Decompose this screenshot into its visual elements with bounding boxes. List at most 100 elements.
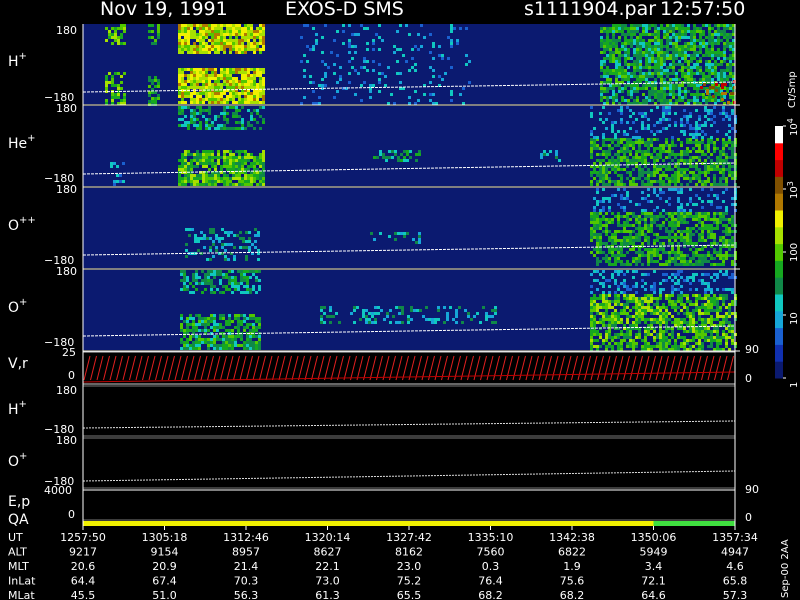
colorbar-tick-label: 103 [786, 181, 800, 199]
axis-row-name: InLat [8, 575, 36, 588]
axis-row-value: 1.9 [563, 560, 581, 573]
axis-row-value: 8162 [395, 546, 423, 559]
axis-row-name: ALT [8, 546, 27, 559]
ytick-he-top: 180 [56, 102, 77, 115]
colorbar-segment [775, 159, 783, 177]
axis-row-value: 7560 [477, 546, 505, 559]
axis-row-value: 73.0 [315, 575, 340, 588]
axis-row-name: UT [8, 531, 23, 544]
axis-row-value: 1312:46 [223, 531, 269, 544]
axis-row-value: 51.0 [152, 589, 177, 600]
axis-row-value: 1257:50 [60, 531, 106, 544]
axis-row-value: 76.4 [478, 575, 503, 588]
axis-row-value: 6822 [558, 546, 586, 559]
axis-row-value: 3.4 [645, 560, 663, 573]
ytick-vr-top: 25 [62, 346, 76, 359]
axis-row-value: 8957 [232, 546, 260, 559]
label-vr: V,r [8, 356, 28, 372]
axis-row-value: 23.0 [397, 560, 422, 573]
ytick-op-top: 180 [56, 265, 77, 278]
sms-spectrogram-figure: Nov 19, 1991 EXOS-D SMS s1111904.par 12:… [8, 0, 800, 600]
colorbar-tick-label: 10 [789, 312, 800, 325]
ytick-ol-top: 180 [56, 434, 77, 447]
ytick-hl-top: 180 [56, 384, 77, 397]
colorbar-ticks: 1 10 100 103 104 [783, 118, 800, 388]
axis-row-value: 61.3 [315, 589, 340, 600]
header-date: Nov 19, 1991 [100, 0, 228, 20]
axis-row-value: 4947 [721, 546, 749, 559]
axis-row-value: 1342:38 [549, 531, 595, 544]
colorbar-segment [775, 176, 783, 194]
axis-row-value: 9154 [151, 546, 179, 559]
colorbar-segment [775, 310, 783, 329]
label-h-plus-lower: H+ [8, 399, 27, 418]
axis-row-value: 1320:14 [305, 531, 351, 544]
axis-row-value: 8627 [314, 546, 342, 559]
axis-row-value: 72.1 [641, 575, 666, 588]
axis-row-value: 1335:10 [468, 531, 514, 544]
rtick-ep-top: 90 [745, 483, 759, 496]
axis-row-value: 68.2 [560, 589, 585, 600]
rtick-ep-bot: 0 [745, 511, 752, 524]
axis-row-value: 68.2 [478, 589, 503, 600]
footer-stamp: Sep-00 2AA [780, 539, 791, 598]
ytick-ep-bot: 0 [68, 508, 75, 521]
colorbar-segment [775, 243, 783, 261]
panel-o-plus-lower-frame [82, 437, 736, 489]
label-o-plus: O+ [8, 297, 27, 316]
axis-row-value: 1305:18 [142, 531, 188, 544]
axis-row-value: 20.6 [71, 560, 96, 573]
lower-panels [82, 351, 736, 521]
axis-row-value: 5949 [640, 546, 668, 559]
label-h-plus: H+ [8, 51, 27, 70]
label-o-plus-lower: O+ [8, 451, 27, 470]
ytick-ep-top: 4000 [44, 484, 72, 497]
colorbar-segment [775, 344, 783, 362]
axis-row-value: 45.5 [71, 589, 96, 600]
colorbar [775, 126, 783, 379]
ytick-vr-bot: 0 [68, 369, 75, 382]
axis-row-value: 64.6 [641, 589, 666, 600]
panel-h-plus-lower-frame [82, 385, 736, 437]
rtick-vr-top: 90 [745, 343, 759, 356]
axis-row-value: 20.9 [152, 560, 177, 573]
colorbar-segment [775, 361, 783, 379]
colorbar-unit: Ct/Smp [787, 71, 798, 108]
axis-row-value: 64.4 [71, 575, 96, 588]
colorbar-segment [775, 277, 783, 295]
axis-row-name: MLT [8, 560, 29, 573]
header-instrument: EXOS-D SMS [285, 0, 404, 20]
colorbar-tick-label: 1 [789, 382, 800, 388]
colorbar-segment [775, 142, 783, 161]
label-ep: E,p [8, 494, 30, 510]
axis-row-value: 75.6 [560, 575, 585, 588]
axis-row-value: 1350:06 [631, 531, 677, 544]
axis-row-value: 56.3 [234, 589, 259, 600]
label-qa: QA [8, 512, 29, 528]
axis-row-value: 22.1 [315, 560, 340, 573]
panel-ep-frame [82, 489, 736, 521]
axis-row-value: 9217 [69, 546, 97, 559]
axis-row-value: 1357:34 [712, 531, 758, 544]
axis-row-value: 21.4 [234, 560, 259, 573]
axis-row-value: 70.3 [234, 575, 259, 588]
colorbar-segment [775, 210, 783, 228]
colorbar-tick-label: 104 [786, 118, 800, 136]
axis-row-value: 0.3 [482, 560, 500, 573]
panel-labels: H+ He+ O++ O+ V,r H+ O+ E,p QA [8, 51, 36, 528]
axis-row-name: MLat [8, 589, 35, 600]
qa-bar-yellow [83, 521, 654, 526]
axis-row-value: 65.5 [397, 589, 422, 600]
colorbar-segment [775, 327, 783, 345]
header-time: 12:57:50 [660, 0, 745, 20]
axis-row-value: 75.2 [397, 575, 422, 588]
colorbar-segment [775, 193, 783, 211]
colorbar-segment [775, 126, 783, 144]
rtick-vr-bot: 0 [745, 372, 752, 385]
y-tick-labels: 180 −180 180 −180 180 −180 180 −180 25 0… [44, 24, 77, 521]
colorbar-segment [775, 294, 783, 312]
label-he-plus: He+ [8, 133, 36, 152]
axis-row-value: 4.6 [726, 560, 744, 573]
colorbar-tick-label: 100 [789, 243, 800, 262]
axis-row-value: 65.8 [723, 575, 748, 588]
